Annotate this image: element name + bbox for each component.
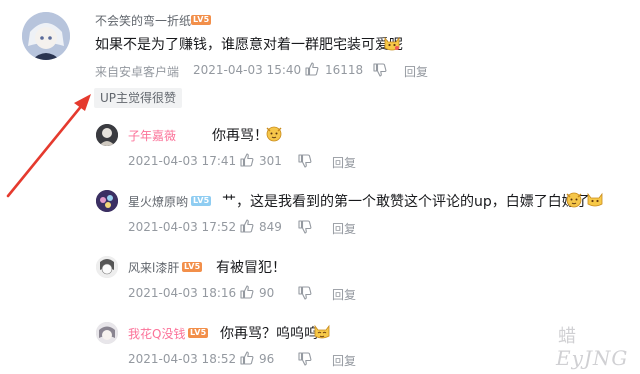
reply-likes: 301 [259,154,282,168]
reply-text: 你再骂！ [212,128,268,144]
thumbs-down-icon[interactable] [373,63,387,77]
reply-username[interactable]: 子年嘉薇 [128,127,176,144]
thumbs-down-icon[interactable] [298,286,312,300]
cat-emoji-icon [314,324,330,339]
reply-likes: 849 [259,220,282,234]
reply-avatar[interactable] [96,322,118,344]
main-comment-avatar[interactable] [22,12,70,60]
thumbs-up-icon[interactable] [240,351,254,365]
cat-emoji-icon [384,36,400,51]
watermark-logo: 蜡 EyJNG [556,322,632,370]
reply-avatar[interactable] [96,256,118,278]
reply-time: 2021-04-03 17:52 [128,220,237,234]
reply-time: 2021-04-03 17:41 [128,154,237,168]
thumbs-down-icon[interactable] [298,154,312,168]
reply-level-badge: LV5 [182,262,203,272]
reply-likes: 96 [259,352,275,366]
main-comment-username[interactable]: 不会笑的弯一折纸 [95,12,191,29]
thumbs-up-icon[interactable] [305,62,319,76]
reply-avatar[interactable] [96,124,118,146]
reply-level-badge: LV5 [188,328,209,338]
reply-time: 2021-04-03 18:16 [128,286,237,300]
reply-text: 艹，这是我看到的第一个敢赞这个评论的up，白嫖了白嫖了 [222,194,590,210]
thumbs-up-icon[interactable] [240,285,254,299]
reply-username[interactable]: 星火燎原哟 [128,193,188,210]
reply-text: 你再骂？呜呜呜 [220,326,318,342]
main-comment-reply-button[interactable]: 回复 [404,63,428,80]
up-liked-badge: UP主觉得很赞 [94,88,183,108]
main-comment-level-badge: LV5 [191,15,212,25]
main-comment-likes: 16118 [325,63,364,77]
dog-emoji-icon [266,126,282,142]
main-comment-text: 如果不是为了赚钱，谁愿意对着一群肥宅装可爱呢 [95,37,403,53]
reply-reply-button[interactable]: 回复 [332,154,356,171]
cat-emoji-icon [587,192,603,207]
reply-reply-button[interactable]: 回复 [332,286,356,303]
reply-avatar[interactable] [96,190,118,212]
reply-username[interactable]: 我花Q没钱 [128,325,185,342]
watermark-line1: 蜡 [558,326,576,347]
watermark-line2: EyJNG [556,346,629,370]
thumbs-down-icon[interactable] [298,352,312,366]
main-comment-source: 来自安卓客户端 [95,65,180,79]
reply-reply-button[interactable]: 回复 [332,220,356,237]
reply-level-badge: LV5 [191,196,212,206]
thumbs-down-icon[interactable] [298,220,312,234]
reply-text: 有被冒犯！ [216,260,286,276]
reply-time: 2021-04-03 18:52 [128,352,237,366]
reply-likes: 90 [259,286,275,300]
annotation-arrow [6,94,91,198]
reply-username[interactable]: 风来l漆肝 [128,259,179,276]
reply-reply-button[interactable]: 回复 [332,352,356,369]
main-comment-time: 2021-04-03 15:40 [193,63,302,77]
dog-emoji-icon [566,192,582,208]
thumbs-up-icon[interactable] [240,153,254,167]
thumbs-up-icon[interactable] [240,219,254,233]
